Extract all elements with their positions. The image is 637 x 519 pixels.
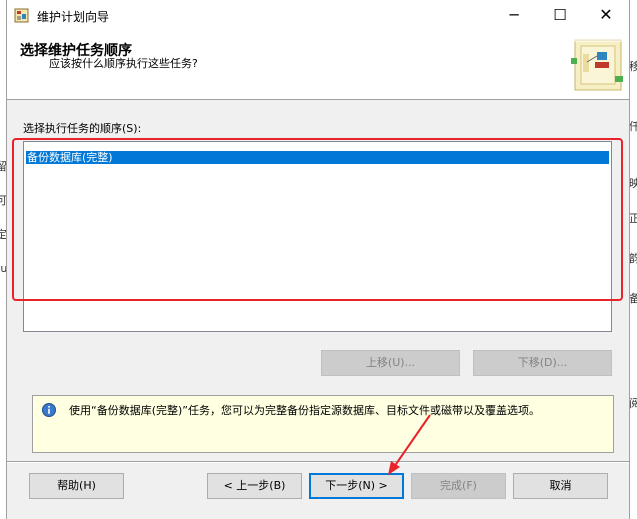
annotation-arrow xyxy=(388,414,431,475)
